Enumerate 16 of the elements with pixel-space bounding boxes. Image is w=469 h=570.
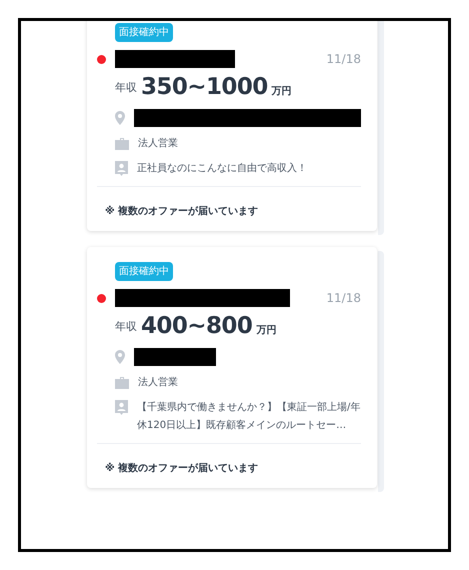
job-type: 法人営業	[138, 376, 178, 390]
salary-label: 年収	[115, 80, 137, 96]
status-badge: 面接確約中	[115, 262, 173, 281]
status-badge: 面接確約中	[115, 23, 173, 42]
salary-range: 400~800	[141, 315, 252, 338]
salary-range: 350~1000	[141, 76, 268, 99]
job-type: 法人営業	[138, 136, 178, 151]
offer-note: ※ 複数のオファーが届いています	[105, 463, 258, 474]
date: 11/18	[326, 290, 361, 307]
salary-label: 年収	[115, 318, 137, 334]
catch-copy: 【千葉県内で働きませんか？】【東証一部上場/年休120日以上】既存顧客メインのルートセー…	[137, 400, 361, 433]
salary-unit: 万円	[256, 324, 276, 338]
catch-copy: 正社員なのにこんなに自由で高収入！	[137, 162, 307, 176]
offer-note: ※ 複数のオファーが届いています	[105, 206, 258, 217]
date: 11/18	[326, 51, 361, 68]
salary-unit: 万円	[272, 85, 292, 99]
